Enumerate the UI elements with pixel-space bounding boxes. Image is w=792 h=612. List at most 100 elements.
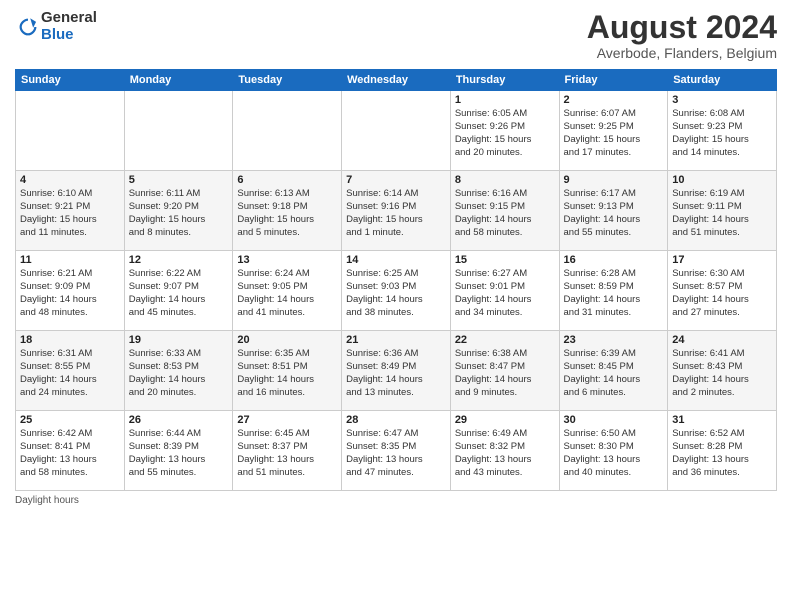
day-info: Sunrise: 6:30 AMSunset: 8:57 PMDaylight:… xyxy=(672,268,772,319)
day-info: Sunrise: 6:07 AMSunset: 9:25 PMDaylight:… xyxy=(564,108,664,159)
day-info: Sunrise: 6:19 AMSunset: 9:11 PMDaylight:… xyxy=(672,188,772,239)
day-number: 6 xyxy=(237,174,337,186)
calendar-cell: 12 Sunrise: 6:22 AMSunset: 9:07 PMDayligh… xyxy=(124,251,233,331)
calendar-cell: 1 Sunrise: 6:05 AMSunset: 9:26 PMDaylight… xyxy=(450,91,559,171)
day-number: 15 xyxy=(455,254,555,266)
calendar-cell: 17 Sunrise: 6:30 AMSunset: 8:57 PMDayligh… xyxy=(668,251,777,331)
day-info: Sunrise: 6:08 AMSunset: 9:23 PMDaylight:… xyxy=(672,108,772,159)
title-block: August 2024 Averbode, Flanders, Belgium xyxy=(587,10,777,61)
day-info: Sunrise: 6:13 AMSunset: 9:18 PMDaylight:… xyxy=(237,188,337,239)
calendar-cell: 21 Sunrise: 6:36 AMSunset: 8:49 PMDayligh… xyxy=(342,331,451,411)
day-number: 23 xyxy=(564,334,664,346)
calendar-cell: 9 Sunrise: 6:17 AMSunset: 9:13 PMDaylight… xyxy=(559,171,668,251)
logo-general: General xyxy=(41,10,97,27)
day-info: Sunrise: 6:50 AMSunset: 8:30 PMDaylight:… xyxy=(564,428,664,479)
day-info: Sunrise: 6:39 AMSunset: 8:45 PMDaylight:… xyxy=(564,348,664,399)
day-number: 18 xyxy=(20,334,120,346)
day-info: Sunrise: 6:49 AMSunset: 8:32 PMDaylight:… xyxy=(455,428,555,479)
calendar-cell: 20Sunrise: 6:35 AMSunset: 8:51 PMDayligh… xyxy=(233,331,342,411)
day-number: 5 xyxy=(129,174,229,186)
logo-icon xyxy=(17,16,39,38)
day-info: Sunrise: 6:24 AMSunset: 9:05 PMDaylight:… xyxy=(237,268,337,319)
calendar-cell: 10Sunrise: 6:19 AMSunset: 9:11 PMDayligh… xyxy=(668,171,777,251)
day-info: Sunrise: 6:52 AMSunset: 8:28 PMDaylight:… xyxy=(672,428,772,479)
day-number: 17 xyxy=(672,254,772,266)
day-number: 21 xyxy=(346,334,446,346)
calendar-cell: 23 Sunrise: 6:39 AMSunset: 8:45 PMDayligh… xyxy=(559,331,668,411)
calendar-cell: 16Sunrise: 6:28 AMSunset: 8:59 PMDayligh… xyxy=(559,251,668,331)
calendar-cell xyxy=(342,91,451,171)
calendar-week-1: 1 Sunrise: 6:05 AMSunset: 9:26 PMDaylight… xyxy=(16,91,777,171)
day-number: 19 xyxy=(129,334,229,346)
calendar-cell: 15Sunrise: 6:27 AMSunset: 9:01 PMDayligh… xyxy=(450,251,559,331)
day-info: Sunrise: 6:16 AMSunset: 9:15 PMDaylight:… xyxy=(455,188,555,239)
day-number: 14 xyxy=(346,254,446,266)
calendar-cell: 11 Sunrise: 6:21 AMSunset: 9:09 PMDayligh… xyxy=(16,251,125,331)
calendar-cell: 18 Sunrise: 6:31 AMSunset: 8:55 PMDayligh… xyxy=(16,331,125,411)
col-monday: Monday xyxy=(124,70,233,91)
logo: General Blue xyxy=(15,10,97,43)
calendar-cell: 8 Sunrise: 6:16 AMSunset: 9:15 PMDaylight… xyxy=(450,171,559,251)
day-number: 4 xyxy=(20,174,120,186)
calendar-cell: 22 Sunrise: 6:38 AMSunset: 8:47 PMDayligh… xyxy=(450,331,559,411)
calendar-cell: 6 Sunrise: 6:13 AMSunset: 9:18 PMDaylight… xyxy=(233,171,342,251)
calendar-cell: 25Sunrise: 6:42 AMSunset: 8:41 PMDayligh… xyxy=(16,411,125,491)
day-info: Sunrise: 6:14 AMSunset: 9:16 PMDaylight:… xyxy=(346,188,446,239)
day-info: Sunrise: 6:47 AMSunset: 8:35 PMDaylight:… xyxy=(346,428,446,479)
calendar-week-3: 11 Sunrise: 6:21 AMSunset: 9:09 PMDayligh… xyxy=(16,251,777,331)
calendar-header-row: Sunday Monday Tuesday Wednesday Thursday… xyxy=(16,70,777,91)
day-number: 24 xyxy=(672,334,772,346)
day-number: 30 xyxy=(564,414,664,426)
footer: Daylight hours xyxy=(15,495,777,506)
day-info: Sunrise: 6:38 AMSunset: 8:47 PMDaylight:… xyxy=(455,348,555,399)
day-info: Sunrise: 6:21 AMSunset: 9:09 PMDaylight:… xyxy=(20,268,120,319)
day-info: Sunrise: 6:36 AMSunset: 8:49 PMDaylight:… xyxy=(346,348,446,399)
day-number: 7 xyxy=(346,174,446,186)
calendar-cell: 14 Sunrise: 6:25 AMSunset: 9:03 PMDayligh… xyxy=(342,251,451,331)
header: General Blue August 2024 Averbode, Fland… xyxy=(15,10,777,61)
calendar-cell: 24 Sunrise: 6:41 AMSunset: 8:43 PMDayligh… xyxy=(668,331,777,411)
day-info: Sunrise: 6:25 AMSunset: 9:03 PMDaylight:… xyxy=(346,268,446,319)
calendar-cell: 27 Sunrise: 6:45 AMSunset: 8:37 PMDayligh… xyxy=(233,411,342,491)
day-number: 11 xyxy=(20,254,120,266)
calendar-cell xyxy=(16,91,125,171)
calendar-table: Sunday Monday Tuesday Wednesday Thursday… xyxy=(15,69,777,491)
calendar-cell xyxy=(124,91,233,171)
day-number: 13 xyxy=(237,254,337,266)
logo-blue: Blue xyxy=(41,27,97,44)
day-number: 26 xyxy=(129,414,229,426)
day-number: 16 xyxy=(564,254,664,266)
col-sunday: Sunday xyxy=(16,70,125,91)
day-info: Sunrise: 6:31 AMSunset: 8:55 PMDaylight:… xyxy=(20,348,120,399)
day-number: 25 xyxy=(20,414,120,426)
footer-text: Daylight hours xyxy=(15,495,79,506)
day-number: 1 xyxy=(455,94,555,106)
day-number: 2 xyxy=(564,94,664,106)
logo-text: General Blue xyxy=(41,10,97,43)
calendar-week-4: 18 Sunrise: 6:31 AMSunset: 8:55 PMDayligh… xyxy=(16,331,777,411)
month-year: August 2024 xyxy=(587,10,777,45)
col-saturday: Saturday xyxy=(668,70,777,91)
day-number: 22 xyxy=(455,334,555,346)
calendar-cell: 2 Sunrise: 6:07 AMSunset: 9:25 PMDaylight… xyxy=(559,91,668,171)
day-info: Sunrise: 6:41 AMSunset: 8:43 PMDaylight:… xyxy=(672,348,772,399)
calendar-cell: 30 Sunrise: 6:50 AMSunset: 8:30 PMDayligh… xyxy=(559,411,668,491)
day-info: Sunrise: 6:05 AMSunset: 9:26 PMDaylight:… xyxy=(455,108,555,159)
day-info: Sunrise: 6:45 AMSunset: 8:37 PMDaylight:… xyxy=(237,428,337,479)
day-info: Sunrise: 6:17 AMSunset: 9:13 PMDaylight:… xyxy=(564,188,664,239)
day-number: 12 xyxy=(129,254,229,266)
col-friday: Friday xyxy=(559,70,668,91)
location: Averbode, Flanders, Belgium xyxy=(587,45,777,61)
day-number: 8 xyxy=(455,174,555,186)
day-number: 9 xyxy=(564,174,664,186)
day-number: 28 xyxy=(346,414,446,426)
calendar-week-2: 4Sunrise: 6:10 AMSunset: 9:21 PMDaylight… xyxy=(16,171,777,251)
day-number: 27 xyxy=(237,414,337,426)
col-thursday: Thursday xyxy=(450,70,559,91)
col-wednesday: Wednesday xyxy=(342,70,451,91)
calendar-cell: 4Sunrise: 6:10 AMSunset: 9:21 PMDaylight… xyxy=(16,171,125,251)
calendar-cell xyxy=(233,91,342,171)
day-info: Sunrise: 6:11 AMSunset: 9:20 PMDaylight:… xyxy=(129,188,229,239)
calendar-cell: 7 Sunrise: 6:14 AMSunset: 9:16 PMDaylight… xyxy=(342,171,451,251)
day-info: Sunrise: 6:22 AMSunset: 9:07 PMDaylight:… xyxy=(129,268,229,319)
